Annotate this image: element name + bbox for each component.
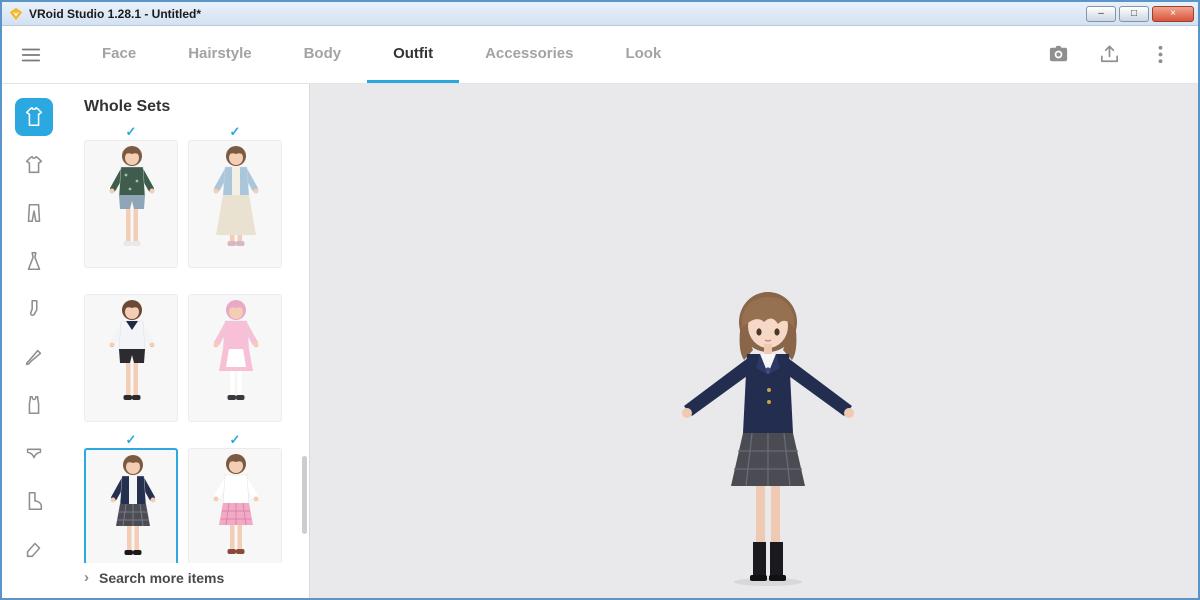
window-controls: –□× bbox=[1086, 6, 1194, 22]
tab-body[interactable]: Body bbox=[278, 26, 368, 83]
character-model bbox=[668, 288, 868, 588]
sidebar-item-bottoms[interactable] bbox=[15, 194, 53, 232]
sidebar-item-outfit-set[interactable] bbox=[15, 98, 53, 136]
brush-icon bbox=[23, 346, 45, 368]
outfit-thumb-2[interactable] bbox=[84, 294, 178, 422]
main-content: Whole Sets ✓ ✓ ✓ ✓ › Search more items bbox=[2, 84, 1198, 598]
outfit-thumb-3[interactable] bbox=[188, 294, 282, 422]
outfit-grid: ✓ ✓ ✓ ✓ bbox=[84, 124, 309, 576]
outfit-item: ✓ bbox=[84, 432, 178, 576]
equipped-check-icon bbox=[84, 278, 178, 294]
more-icon[interactable] bbox=[1149, 43, 1172, 66]
tops-icon bbox=[23, 154, 45, 176]
sidebar-item-tops[interactable] bbox=[15, 146, 53, 184]
hamburger-menu-icon[interactable] bbox=[20, 44, 42, 66]
eraser-icon bbox=[23, 538, 45, 560]
chevron-right-icon: › bbox=[84, 569, 89, 586]
sidebar-item-dress[interactable] bbox=[15, 242, 53, 280]
equipped-check-icon: ✓ bbox=[84, 124, 178, 140]
window-titlebar: VRoid Studio 1.28.1 - Untitled* –□× bbox=[2, 2, 1198, 26]
bottoms-icon bbox=[23, 202, 45, 224]
tab-accessories[interactable]: Accessories bbox=[459, 26, 599, 83]
sidebar-item-brush[interactable] bbox=[15, 338, 53, 376]
panel-title: Whole Sets bbox=[84, 98, 309, 116]
sidebar-item-shoe[interactable] bbox=[15, 482, 53, 520]
vroid-studio-window: VRoid Studio 1.28.1 - Untitled* –□× Face… bbox=[0, 0, 1200, 600]
tab-hairstyle[interactable]: Hairstyle bbox=[162, 26, 277, 83]
tab-look[interactable]: Look bbox=[599, 26, 687, 83]
underwear-icon bbox=[23, 442, 45, 464]
sock-icon bbox=[23, 298, 45, 320]
outfit-item bbox=[84, 278, 178, 422]
items-panel: Whole Sets ✓ ✓ ✓ ✓ › Search more items bbox=[66, 84, 310, 598]
outfit-item bbox=[188, 278, 282, 422]
equipped-check-icon: ✓ bbox=[84, 432, 178, 448]
outfit-thumb-4[interactable] bbox=[84, 448, 178, 576]
tab-outfit[interactable]: Outfit bbox=[367, 26, 459, 83]
outfit-item: ✓ bbox=[188, 124, 282, 268]
outfit-item: ✓ bbox=[84, 124, 178, 268]
outfit-thumb-5[interactable] bbox=[188, 448, 282, 576]
category-rail bbox=[2, 84, 66, 598]
camera-icon[interactable] bbox=[1047, 43, 1070, 66]
dress-icon bbox=[23, 250, 45, 272]
window-title: VRoid Studio 1.28.1 - Untitled* bbox=[29, 7, 201, 21]
outfit-item: ✓ bbox=[188, 432, 282, 576]
close-button[interactable]: × bbox=[1152, 6, 1194, 22]
sidebar-item-sock[interactable] bbox=[15, 290, 53, 328]
outfit-thumb-0[interactable] bbox=[84, 140, 178, 268]
editor-tabs: FaceHairstyleBodyOutfitAccessoriesLook bbox=[76, 26, 687, 83]
export-icon[interactable] bbox=[1098, 43, 1121, 66]
tab-face[interactable]: Face bbox=[76, 26, 162, 83]
maximize-button[interactable]: □ bbox=[1119, 6, 1149, 22]
panel-scrollbar[interactable] bbox=[302, 456, 307, 534]
outfit-set-icon bbox=[23, 106, 45, 128]
tank-top-icon bbox=[23, 394, 45, 416]
search-more-link[interactable]: › Search more items bbox=[84, 563, 301, 586]
outfit-thumb-1[interactable] bbox=[188, 140, 282, 268]
viewport-3d[interactable] bbox=[310, 84, 1198, 598]
main-toolbar: FaceHairstyleBodyOutfitAccessoriesLook bbox=[2, 26, 1198, 84]
toolbar-actions bbox=[1047, 43, 1180, 66]
search-more-label: Search more items bbox=[99, 570, 224, 586]
sidebar-item-underwear[interactable] bbox=[15, 434, 53, 472]
vroid-logo-icon bbox=[9, 7, 23, 21]
equipped-check-icon: ✓ bbox=[188, 432, 282, 448]
shoe-icon bbox=[23, 490, 45, 512]
sidebar-item-tank-top[interactable] bbox=[15, 386, 53, 424]
minimize-button[interactable]: – bbox=[1086, 6, 1116, 22]
equipped-check-icon: ✓ bbox=[188, 124, 282, 140]
equipped-check-icon bbox=[188, 278, 282, 294]
sidebar-item-eraser[interactable] bbox=[15, 530, 53, 568]
